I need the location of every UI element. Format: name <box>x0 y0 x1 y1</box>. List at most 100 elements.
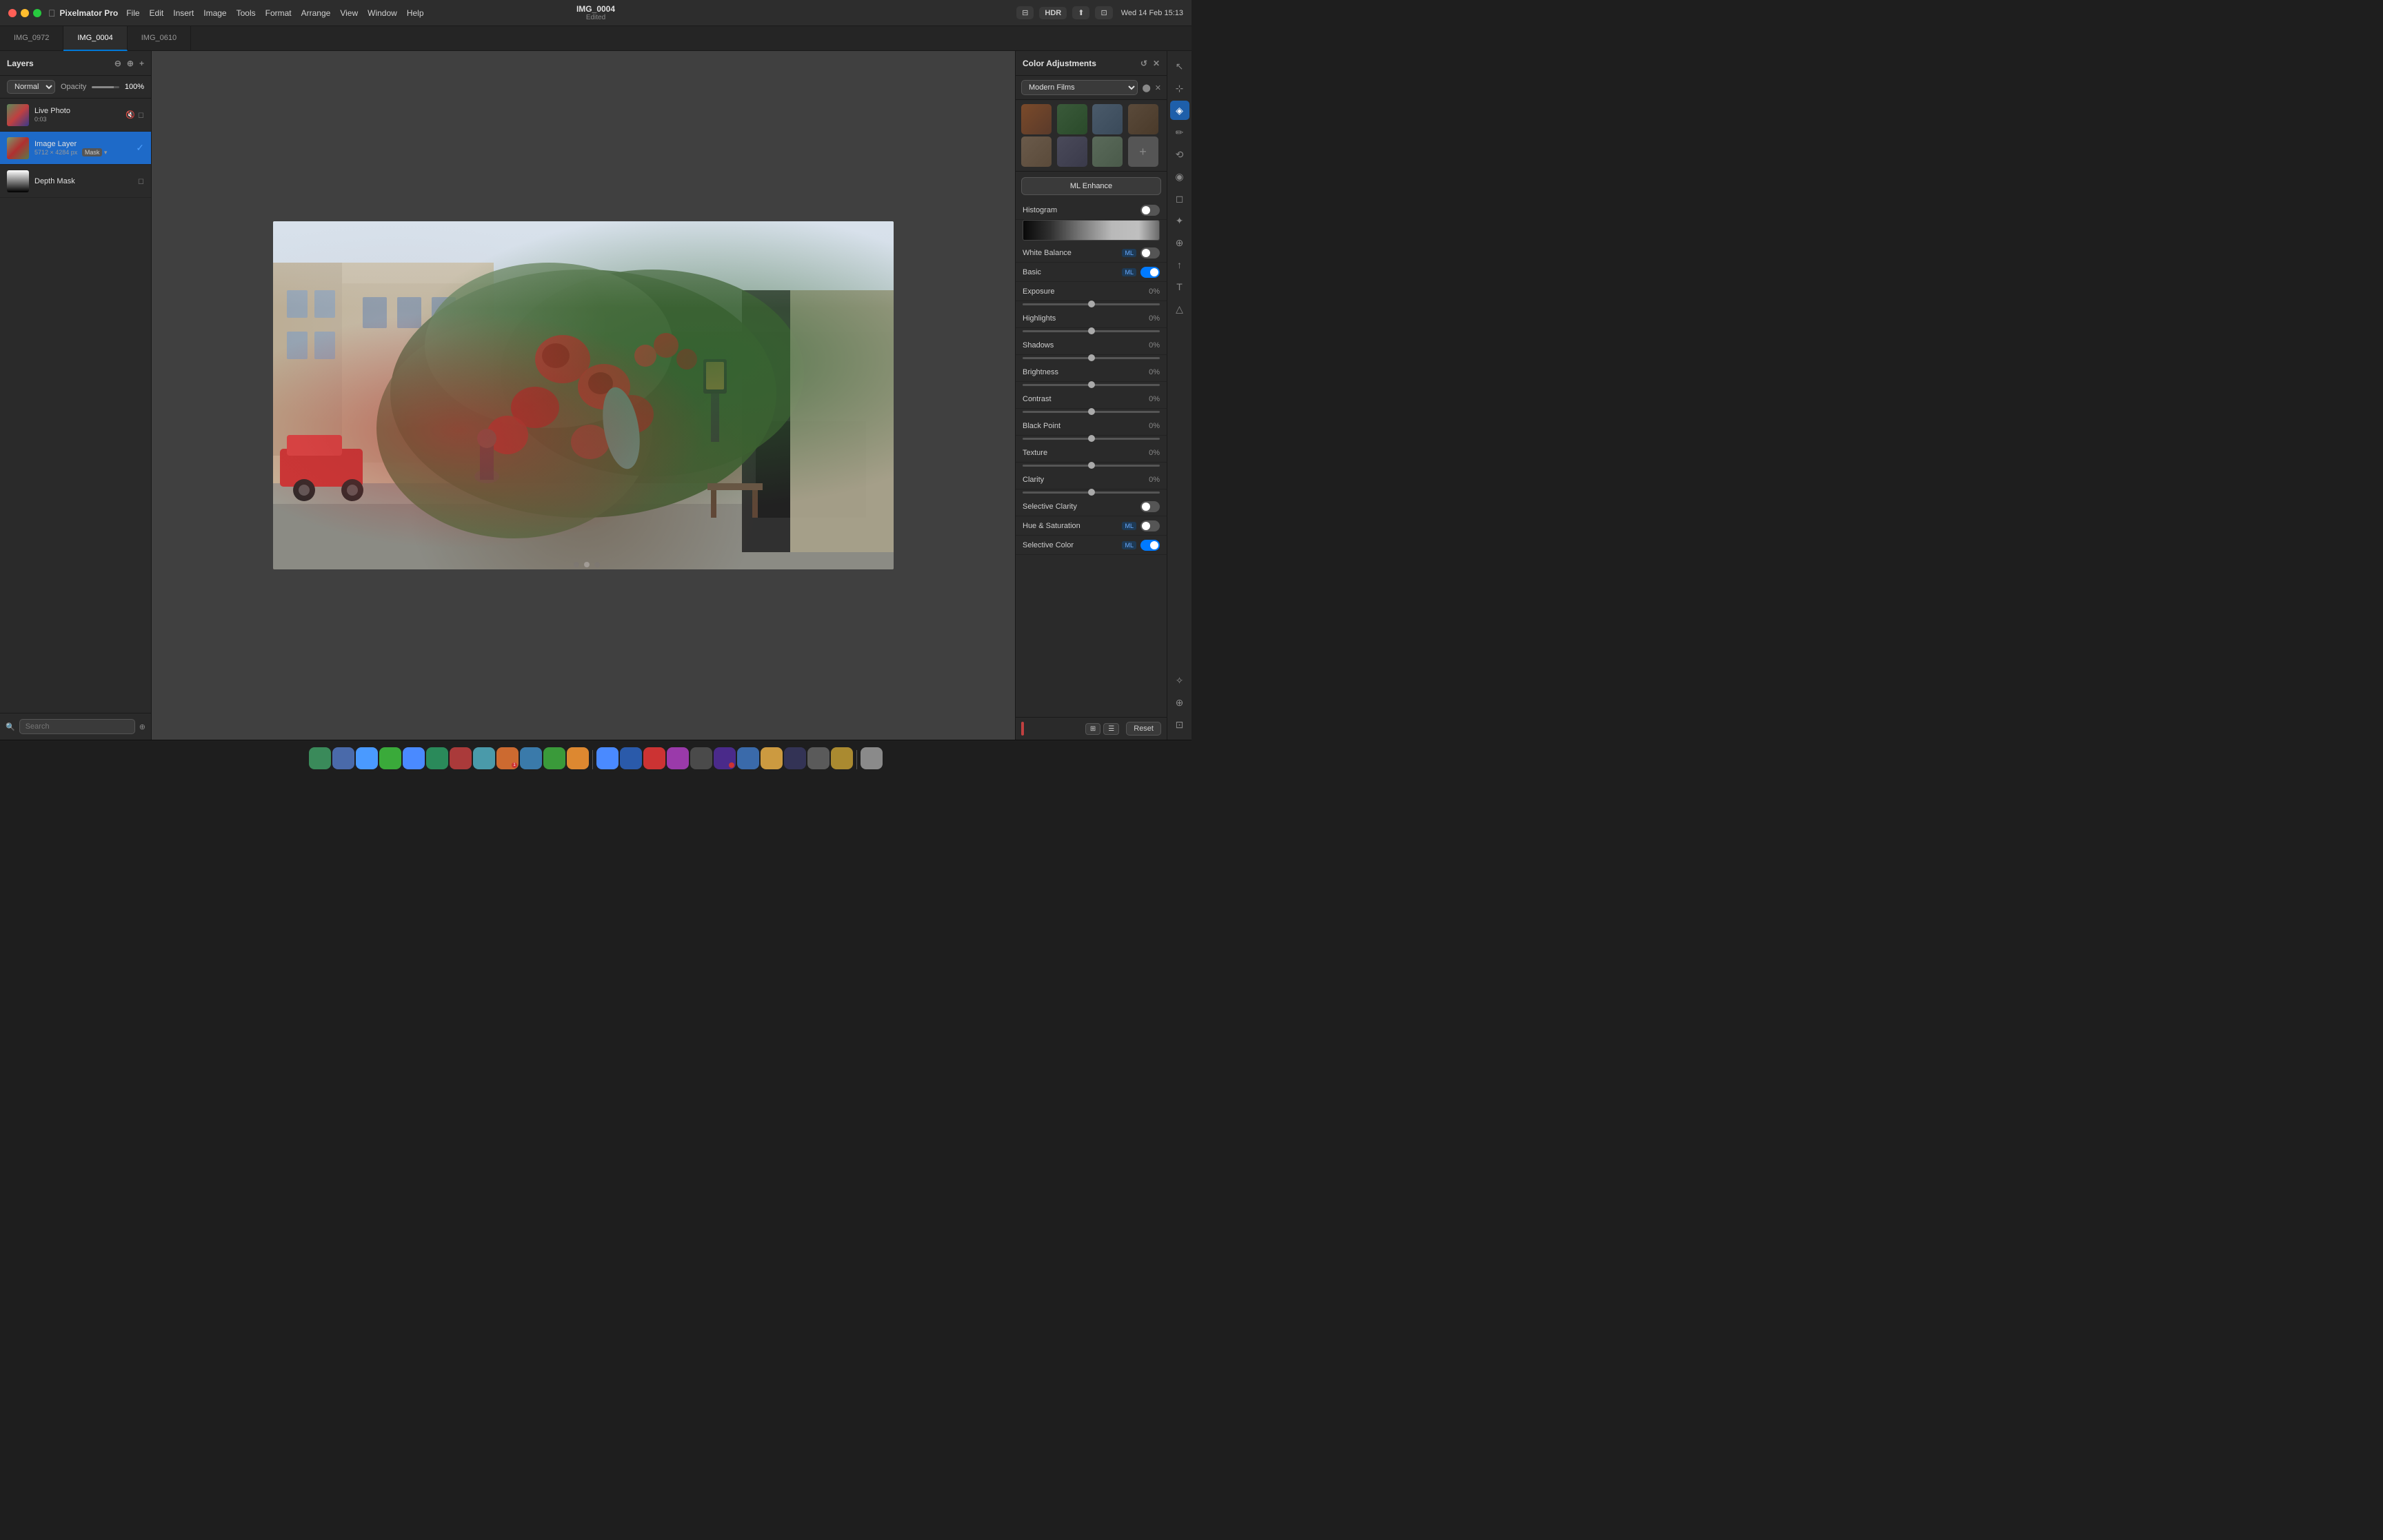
tool-blur[interactable]: ✦ <box>1170 211 1189 230</box>
layer-item-live-photo[interactable]: Live Photo 0:03 🔇 ◻ <box>0 99 151 132</box>
basic-toggle[interactable] <box>1140 267 1160 278</box>
brightness-slider[interactable] <box>1023 384 1160 386</box>
menu-format[interactable]: Format <box>265 8 292 18</box>
dock-messages[interactable] <box>379 747 401 769</box>
tool-cursor[interactable]: ↖ <box>1170 57 1189 76</box>
layer-visibility-icon[interactable]: ◻ <box>138 110 144 119</box>
adj-options-icon[interactable]: ↺ <box>1140 59 1147 68</box>
preset-add-button[interactable]: + <box>1128 136 1158 167</box>
white-balance-toggle[interactable] <box>1140 247 1160 259</box>
adj-grid-view-button[interactable]: ⊞ <box>1085 723 1100 735</box>
opacity-slider[interactable] <box>92 86 119 88</box>
hdr-button[interactable]: HDR <box>1039 7 1067 19</box>
selective-color-toggle[interactable] <box>1140 540 1160 551</box>
clarity-slider[interactable] <box>1023 492 1160 494</box>
tool-eyedropper[interactable]: ✧ <box>1170 671 1189 690</box>
share-button[interactable]: ⬆ <box>1072 6 1089 19</box>
tool-heal[interactable]: ⟲ <box>1170 145 1189 164</box>
tool-dodge-burn[interactable]: ⊕ <box>1170 233 1189 252</box>
canvas-area[interactable] <box>152 51 1015 740</box>
layer-sound-icon[interactable]: 🔇 <box>125 110 135 119</box>
dock-iphone-mirror[interactable] <box>690 747 712 769</box>
dock-maps[interactable] <box>426 747 448 769</box>
selective-color-row[interactable]: Selective Color ML <box>1016 536 1167 555</box>
preset-thumb-7[interactable] <box>1092 136 1123 167</box>
black-point-slider[interactable] <box>1023 438 1160 440</box>
dock-preview[interactable] <box>807 747 829 769</box>
shadows-slider[interactable] <box>1023 357 1160 359</box>
dock-photos[interactable] <box>450 747 472 769</box>
dock-launchpad[interactable] <box>332 747 354 769</box>
tab-img0004[interactable]: IMG_0004 <box>63 26 127 51</box>
exposure-slider[interactable] <box>1023 303 1160 305</box>
close-button[interactable] <box>8 9 17 17</box>
dock-mail[interactable] <box>403 747 425 769</box>
preset-thumb-5[interactable] <box>1021 136 1052 167</box>
tool-shape[interactable]: △ <box>1170 299 1189 318</box>
preset-more-icon[interactable]: ✕ <box>1155 83 1161 92</box>
dock-app-store[interactable] <box>520 747 542 769</box>
menu-window[interactable]: Window <box>368 8 397 18</box>
menu-image[interactable]: Image <box>203 8 226 18</box>
preset-thumb-1[interactable] <box>1021 104 1052 134</box>
ml-enhance-button[interactable]: ML Enhance <box>1021 177 1161 195</box>
dock-archive-utility[interactable] <box>831 747 853 769</box>
contrast-slider[interactable] <box>1023 411 1160 413</box>
menu-edit[interactable]: Edit <box>150 8 164 18</box>
dock-facetime[interactable] <box>473 747 495 769</box>
histogram-toggle[interactable] <box>1140 205 1160 216</box>
menu-tools[interactable]: Tools <box>237 8 256 18</box>
blend-mode-select[interactable]: Normal <box>7 80 55 94</box>
layer-visibility-depth-icon[interactable]: ◻ <box>138 176 144 185</box>
tool-cursor-bottom[interactable]: ⊡ <box>1170 715 1189 734</box>
preset-thumb-3[interactable] <box>1092 104 1123 134</box>
tool-adjust[interactable]: ◈ <box>1170 101 1189 120</box>
white-balance-row[interactable]: White Balance ML <box>1016 243 1167 263</box>
tab-img0972[interactable]: IMG_0972 <box>0 26 63 51</box>
layer-item-image-layer[interactable]: Image Layer 5712 × 4284 px Mask ▾ ✓ <box>0 132 151 165</box>
search-input[interactable] <box>19 719 135 734</box>
tool-search-zoom[interactable]: ⊕ <box>1170 693 1189 712</box>
selective-clarity-toggle[interactable] <box>1140 501 1160 512</box>
dock-numbers[interactable] <box>543 747 565 769</box>
menu-view[interactable]: View <box>340 8 358 18</box>
tool-select[interactable]: ↑ <box>1170 255 1189 274</box>
texture-slider[interactable] <box>1023 465 1160 467</box>
dock-chrome[interactable] <box>737 747 759 769</box>
tool-crop[interactable]: ⊹ <box>1170 79 1189 98</box>
fullscreen-button[interactable] <box>33 9 41 17</box>
layers-sort-icon[interactable]: ⊕ <box>127 59 134 68</box>
tool-erase[interactable]: ◻ <box>1170 189 1189 208</box>
search-add-icon[interactable]: ⊕ <box>139 722 145 731</box>
preset-thumb-6[interactable] <box>1057 136 1087 167</box>
dock-pixelmator[interactable] <box>620 747 642 769</box>
layer-item-depth-mask[interactable]: Depth Mask ◻ <box>0 165 151 198</box>
preset-thumb-2[interactable] <box>1057 104 1087 134</box>
highlights-slider[interactable] <box>1023 330 1160 332</box>
menu-help[interactable]: Help <box>407 8 424 18</box>
reset-button[interactable]: Reset <box>1126 722 1161 736</box>
dock-trash[interactable] <box>861 747 883 769</box>
minimize-button[interactable] <box>21 9 29 17</box>
adj-more-icon[interactable]: ✕ <box>1153 59 1160 68</box>
layer-mask-badge[interactable]: Mask <box>82 148 103 156</box>
preset-thumb-4[interactable] <box>1128 104 1158 134</box>
dock-safari[interactable] <box>356 747 378 769</box>
dock-calendar[interactable]: 1 <box>496 747 519 769</box>
sidebar-toggle-button[interactable]: ⊟ <box>1016 6 1034 19</box>
tab-img0610[interactable]: IMG_0610 <box>128 26 191 51</box>
menu-insert[interactable]: Insert <box>173 8 194 18</box>
menu-arrange[interactable]: Arrange <box>301 8 331 18</box>
hue-saturation-toggle[interactable] <box>1140 520 1160 531</box>
basic-row[interactable]: Basic ML <box>1016 263 1167 282</box>
tool-clone[interactable]: ◉ <box>1170 167 1189 186</box>
adj-list-view-button[interactable]: ☰ <box>1103 723 1119 735</box>
hue-saturation-row[interactable]: Hue & Saturation ML <box>1016 516 1167 536</box>
more-options-button[interactable]: ⊡ <box>1095 6 1112 19</box>
dock-finder[interactable] <box>309 747 331 769</box>
dock-pages[interactable] <box>567 747 589 769</box>
preset-dropdown[interactable]: Modern Films <box>1021 80 1138 95</box>
menu-file[interactable]: File <box>126 8 139 18</box>
dock-music[interactable] <box>643 747 665 769</box>
tool-paint[interactable]: ✏ <box>1170 123 1189 142</box>
